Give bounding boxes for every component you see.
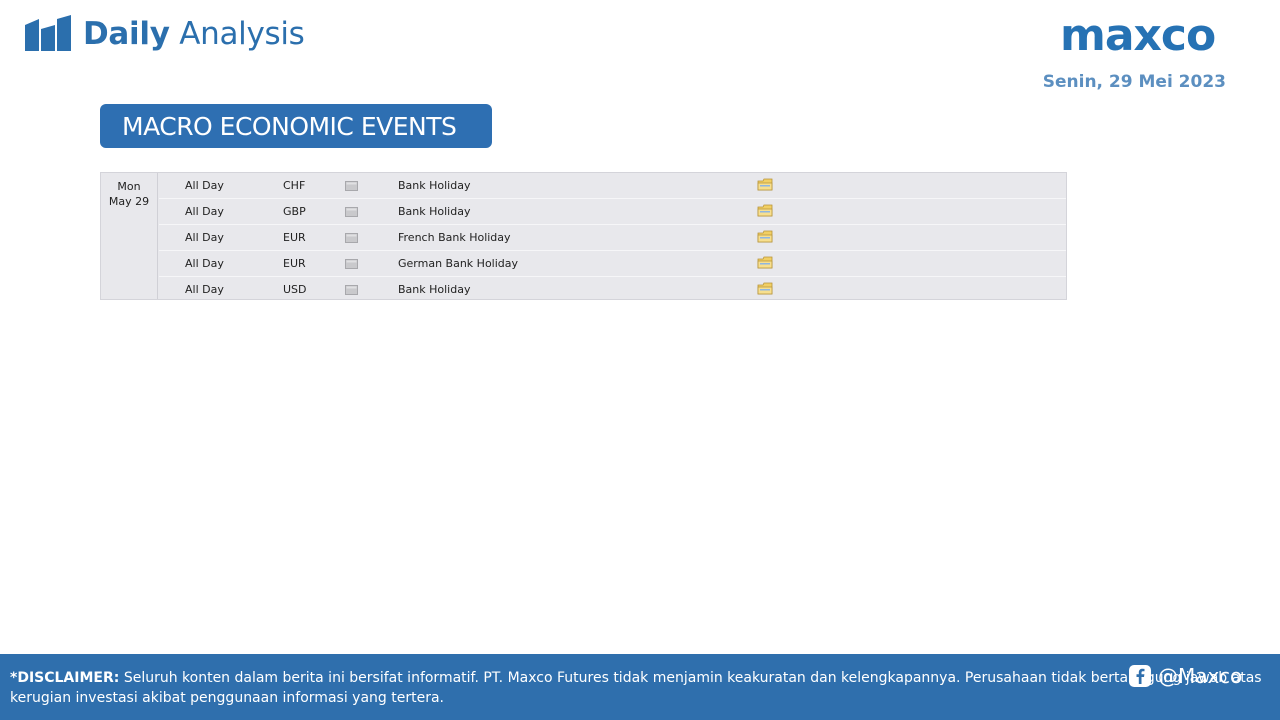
folder-icon[interactable] [757,178,773,192]
impact-gray-icon [345,285,358,295]
title-bold: Daily [83,16,170,52]
event-name: Bank Holiday [398,179,471,192]
section-title: MACRO ECONOMIC EVENTS [100,104,492,148]
impact-gray-icon [345,259,358,269]
event-name: French Bank Holiday [398,231,511,244]
event-name: German Bank Holiday [398,257,519,270]
title-light: Analysis [179,16,305,52]
impact-gray-icon [345,207,358,217]
event-name: Bank Holiday [398,205,471,218]
event-currency: EUR [283,257,306,270]
facebook-icon [1129,665,1151,687]
disclaimer-label: *DISCLAIMER: [10,670,120,686]
event-time: All Day [185,283,224,296]
event-currency: CHF [283,179,306,192]
economic-calendar-table: Mon May 29 All Day CHF Bank Holiday All … [100,172,1067,300]
brand: Daily Analysis [25,14,305,54]
event-time: All Day [185,257,224,270]
folder-icon[interactable] [757,204,773,218]
report-date: Senin, 29 Mei 2023 [1042,72,1226,92]
table-row: All Day CHF Bank Holiday [159,173,1066,199]
event-currency: GBP [283,205,306,218]
folder-icon[interactable] [757,282,773,296]
disclaimer-text: Seluruh konten dalam berita ini bersifat… [10,670,1262,706]
event-name: Bank Holiday [398,283,471,296]
event-currency: USD [283,283,307,296]
event-time: All Day [185,179,224,192]
bar-chart-icon [25,15,71,51]
social-handle[interactable]: @Maxco [1128,664,1242,688]
page-title: Daily Analysis [83,14,305,54]
folder-icon[interactable] [757,256,773,270]
calendar-date: May 29 [108,195,150,208]
table-row: All Day EUR German Bank Holiday [159,251,1066,277]
event-currency: EUR [283,231,306,244]
event-time: All Day [185,205,224,218]
impact-gray-icon [345,233,358,243]
calendar-day: Mon [117,180,141,193]
maxco-logo: maxco [1060,10,1216,61]
impact-gray-icon [345,181,358,191]
event-time: All Day [185,231,224,244]
table-row: All Day USD Bank Holiday [159,277,1066,303]
table-row: All Day EUR French Bank Holiday [159,225,1066,251]
calendar-date-cell: Mon May 29 [101,173,158,299]
table-row: All Day GBP Bank Holiday [159,199,1066,225]
disclaimer-footer: *DISCLAIMER: Seluruh konten dalam berita… [0,654,1280,720]
folder-icon[interactable] [757,230,773,244]
social-handle-text: @Maxco [1158,664,1243,688]
